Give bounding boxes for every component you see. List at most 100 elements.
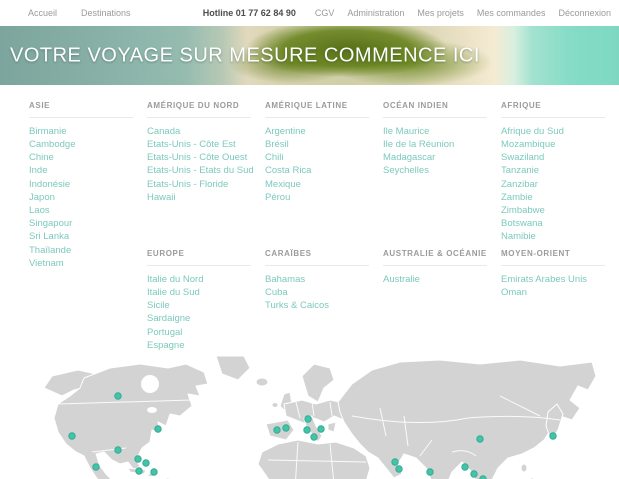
- menu-header-am-rique-latine: AMÉRIQUE LATINE: [265, 101, 369, 118]
- nav-item-d-connexion[interactable]: Déconnexion: [558, 8, 611, 18]
- map-land: [43, 356, 597, 479]
- menu-link-oman[interactable]: Oman: [501, 286, 619, 299]
- menu-link-laos[interactable]: Laos: [29, 204, 147, 217]
- menu-link-ile-maurice[interactable]: Ile Maurice: [383, 125, 501, 138]
- destinations-grid: ASIE Birmanie Cambodge Chine Inde Indonésie Ja…: [0, 85, 619, 352]
- menu-column-1: ASIE Birmanie Cambodge Chine Inde Indonésie Ja…: [29, 101, 147, 352]
- menu-link-zambie[interactable]: Zambie: [501, 191, 619, 204]
- menu-link-chine[interactable]: Chine: [29, 151, 147, 164]
- nav-item-mes-commandes[interactable]: Mes commandes: [477, 8, 546, 18]
- map-dot[interactable]: [549, 432, 557, 440]
- menu-link-br-sil[interactable]: Brésil: [265, 138, 383, 151]
- map-dot[interactable]: [470, 470, 478, 478]
- map-dot[interactable]: [154, 425, 162, 433]
- menu-link-botswana[interactable]: Botswana: [501, 217, 619, 230]
- map-dot[interactable]: [273, 426, 281, 434]
- menu-section-europe: EUROPE Italie du Nord Italie du Sud Sicile S…: [147, 249, 265, 352]
- menu-link-emirats-arabes-unis[interactable]: Emirats Arabes Unis: [501, 273, 619, 286]
- menu-link-vietnam[interactable]: Vietnam: [29, 257, 147, 270]
- nav-item-mes-projets[interactable]: Mes projets: [417, 8, 464, 18]
- top-nav: Accueil Destinations Hotline 01 77 62 84 …: [0, 0, 619, 26]
- menu-column-4: OCÉAN INDIEN Ile Maurice Ile de la Réunion…: [383, 101, 501, 352]
- menu-link-tha-lande[interactable]: Thaïlande: [29, 244, 147, 257]
- map-dot[interactable]: [391, 458, 399, 466]
- menu-link-inde[interactable]: Inde: [29, 165, 147, 178]
- menu-header-moyen-orient: MOYEN-ORIENT: [501, 249, 605, 266]
- menu-link-bahamas[interactable]: Bahamas: [265, 273, 383, 286]
- menu-section-am-rique-latine: AMÉRIQUE LATINE Argentine Brésil Chili Costa…: [265, 101, 383, 249]
- menu-section-am-rique-du-nord: AMÉRIQUE DU NORD Canada Etats-Unis - Côte …: [147, 101, 265, 249]
- map-dot[interactable]: [395, 465, 403, 473]
- menu-link-madagascar[interactable]: Madagascar: [383, 151, 501, 164]
- menu-link-birmanie[interactable]: Birmanie: [29, 125, 147, 138]
- menu-link-mozambique[interactable]: Mozambique: [501, 138, 619, 151]
- menu-column-5: AFRIQUE Afrique du Sud Mozambique Swaziland…: [501, 101, 619, 352]
- menu-link-cambodge[interactable]: Cambodge: [29, 138, 147, 151]
- menu-link-australie[interactable]: Australie: [383, 273, 501, 286]
- menu-link-singapour[interactable]: Singapour: [29, 217, 147, 230]
- nav-left: Accueil Destinations: [28, 8, 131, 18]
- map-dot[interactable]: [92, 463, 100, 471]
- menu-link-zanzibar[interactable]: Zanzibar: [501, 178, 619, 191]
- map-dot[interactable]: [142, 459, 150, 467]
- menu-header-asie: ASIE: [29, 101, 133, 118]
- map-dot[interactable]: [304, 415, 312, 423]
- map-dot[interactable]: [310, 433, 318, 441]
- menu-link-canada[interactable]: Canada: [147, 125, 265, 138]
- menu-section-moyen-orient: MOYEN-ORIENT Emirats Arabes Unis Oman: [501, 249, 619, 299]
- menu-link-sardaigne[interactable]: Sardaigne: [147, 313, 265, 326]
- nav-item-accueil[interactable]: Accueil: [28, 8, 57, 18]
- menu-link-japon[interactable]: Japon: [29, 191, 147, 204]
- menu-link-etats-unis-c-te-ouest[interactable]: Etats-Unis - Côte Ouest: [147, 151, 265, 164]
- menu-link-costa-rica[interactable]: Costa Rica: [265, 165, 383, 178]
- menu-link-namibie[interactable]: Namibie: [501, 231, 619, 244]
- menu-link-mexique[interactable]: Mexique: [265, 178, 383, 191]
- menu-link-portugal[interactable]: Portugal: [147, 326, 265, 339]
- map-dot[interactable]: [476, 435, 484, 443]
- menu-header-afrique: AFRIQUE: [501, 101, 605, 118]
- menu-header-cara-bes: CARAÏBES: [265, 249, 369, 266]
- map-dot[interactable]: [461, 463, 469, 471]
- menu-link-etats-unis-etats-du-sud[interactable]: Etats-Unis - Etats du Sud: [147, 165, 265, 178]
- menu-link-etats-unis-c-te-est[interactable]: Etats-Unis - Côte Est: [147, 138, 265, 151]
- menu-link-sicile[interactable]: Sicile: [147, 299, 265, 312]
- menu-section-afrique: AFRIQUE Afrique du Sud Mozambique Swaziland…: [501, 101, 619, 249]
- map-dot[interactable]: [114, 392, 122, 400]
- menu-link-indon-sie[interactable]: Indonésie: [29, 178, 147, 191]
- map-dot[interactable]: [303, 426, 311, 434]
- nav-item-administration[interactable]: Administration: [347, 8, 404, 18]
- map-dot[interactable]: [134, 455, 142, 463]
- menu-link-seychelles[interactable]: Seychelles: [383, 165, 501, 178]
- menu-header-oc-an-indien: OCÉAN INDIEN: [383, 101, 487, 118]
- menu-link-sri-lanka[interactable]: Sri Lanka: [29, 231, 147, 244]
- map-dot[interactable]: [426, 468, 434, 476]
- menu-link-swaziland[interactable]: Swaziland: [501, 151, 619, 164]
- menu-link-cuba[interactable]: Cuba: [265, 286, 383, 299]
- nav-right: Hotline 01 77 62 84 90 CGV Administration…: [203, 8, 611, 18]
- menu-header-australie-oc-anie: AUSTRALIE & OCÉANIE: [383, 249, 487, 266]
- menu-link-afrique-du-sud[interactable]: Afrique du Sud: [501, 125, 619, 138]
- map-dot[interactable]: [282, 424, 290, 432]
- nav-item-cgv[interactable]: CGV: [315, 8, 335, 18]
- menu-link-argentine[interactable]: Argentine: [265, 125, 383, 138]
- menu-link-etats-unis-floride[interactable]: Etats-Unis - Floride: [147, 178, 265, 191]
- menu-link-italie-du-sud[interactable]: Italie du Sud: [147, 286, 265, 299]
- menu-link-p-rou[interactable]: Pérou: [265, 191, 383, 204]
- world-map: [0, 356, 619, 479]
- menu-link-ile-de-la-r-union[interactable]: Ile de la Réunion: [383, 138, 501, 151]
- map-dot[interactable]: [68, 432, 76, 440]
- map-dot[interactable]: [114, 446, 122, 454]
- menu-link-tanzanie[interactable]: Tanzanie: [501, 165, 619, 178]
- nav-item-destinations[interactable]: Destinations: [81, 8, 131, 18]
- menu-link-turks-caicos[interactable]: Turks & Caicos: [265, 299, 383, 312]
- menu-link-italie-du-nord[interactable]: Italie du Nord: [147, 273, 265, 286]
- menu-link-hawaii[interactable]: Hawaii: [147, 191, 265, 204]
- destinations-menu: ASIE Birmanie Cambodge Chine Inde Indonésie Ja…: [0, 85, 619, 353]
- map-dot[interactable]: [150, 468, 158, 476]
- hotline-number: Hotline 01 77 62 84 90: [202, 8, 296, 18]
- map-dot[interactable]: [135, 467, 143, 475]
- menu-link-chili[interactable]: Chili: [265, 151, 383, 164]
- map-dot[interactable]: [317, 425, 325, 433]
- menu-link-espagne[interactable]: Espagne: [147, 339, 265, 352]
- menu-link-zimbabwe[interactable]: Zimbabwe: [501, 204, 619, 217]
